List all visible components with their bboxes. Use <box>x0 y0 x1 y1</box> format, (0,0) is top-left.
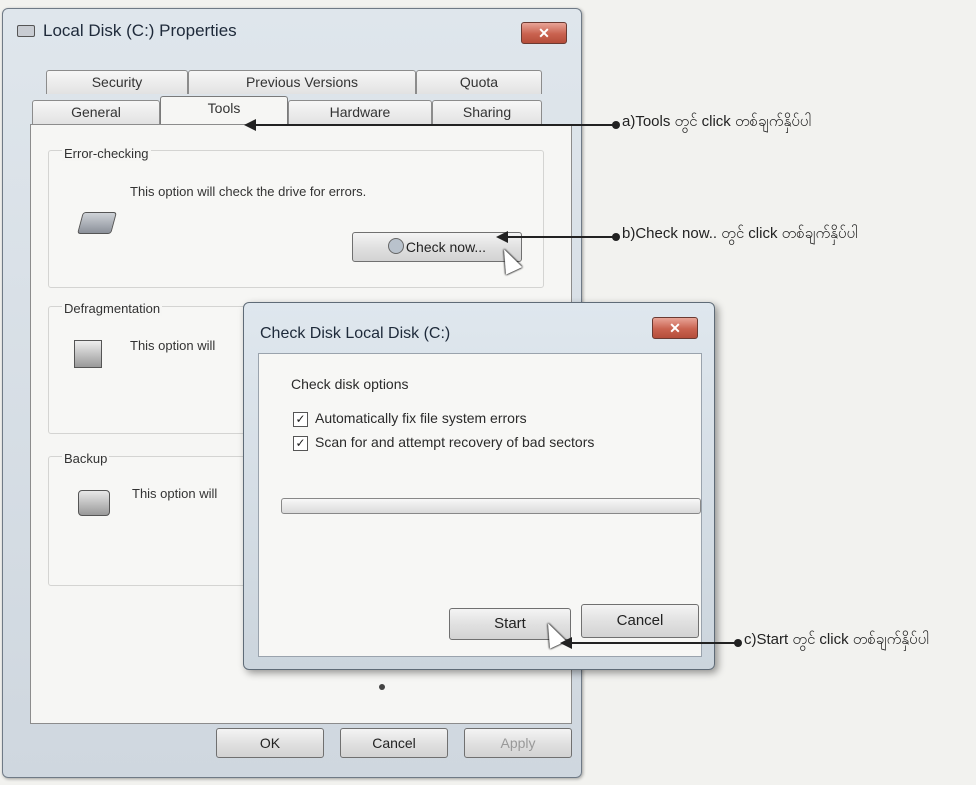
annotation-a-dot <box>612 121 620 129</box>
tab-previous-versions[interactable]: Previous Versions <box>188 70 416 94</box>
tab-sharing[interactable]: Sharing <box>432 100 542 124</box>
drive-title-icon <box>17 25 35 37</box>
progress-bar <box>281 498 701 514</box>
tab-security[interactable]: Security <box>46 70 188 94</box>
annotation-b-line <box>506 236 616 238</box>
check-now-label: Check now... <box>405 239 487 255</box>
drive-icon <box>77 212 117 234</box>
backup-label: Backup <box>62 451 110 466</box>
dialog-title: Check Disk Local Disk (C:) <box>260 325 451 342</box>
defragmentation-description: This option will <box>130 338 216 353</box>
annotation-a-text: a)Tools တွင် click တစ်ချက်နှိပ်ပါ <box>622 113 811 130</box>
annotation-c-text: c)Start တွင် click တစ်ချက်နှိပ်ပါ <box>744 631 929 648</box>
tab-tools[interactable]: Tools <box>160 96 288 124</box>
tab-quota[interactable]: Quota <box>416 70 542 94</box>
error-checking-label: Error-checking <box>62 146 151 161</box>
annotation-c-dot <box>734 639 742 647</box>
scan-bad-sectors-label: Scan for and attempt recovery of bad sec… <box>315 434 595 450</box>
tab-hardware[interactable]: Hardware <box>288 100 432 124</box>
ok-button[interactable]: OK <box>216 728 324 758</box>
defrag-icon <box>74 340 102 368</box>
dialog-body: Check disk options ✓ Automatically fix f… <box>258 353 702 657</box>
dialog-close-button[interactable]: ✕ <box>652 317 698 339</box>
annotation-b-dot <box>612 233 620 241</box>
annotation-a-line <box>254 124 616 126</box>
tab-general[interactable]: General <box>32 100 160 124</box>
cancel-button[interactable]: Cancel <box>340 728 448 758</box>
backup-description: This option will <box>132 486 218 501</box>
check-disk-dialog: Check Disk Local Disk (C:) ✕ Check disk … <box>243 302 715 670</box>
window-title: Local Disk (C:) Properties <box>43 21 237 40</box>
auto-fix-label: Automatically fix file system errors <box>315 410 527 426</box>
dialog-cancel-button[interactable]: Cancel <box>581 604 699 638</box>
check-now-shield-icon <box>387 238 404 254</box>
dot-mark <box>379 684 385 690</box>
error-checking-group <box>48 150 544 288</box>
error-checking-description: This option will check the drive for err… <box>130 184 367 199</box>
annotation-c-line <box>570 642 738 644</box>
annotation-b-text: b)Check now.. တွင် click တစ်ချက်နှိပ်ပါ <box>622 225 858 242</box>
auto-fix-checkbox[interactable]: ✓ <box>293 412 308 427</box>
defragmentation-label: Defragmentation <box>62 301 163 316</box>
backup-icon <box>78 490 110 516</box>
close-button[interactable]: ✕ <box>521 22 567 44</box>
apply-button[interactable]: Apply <box>464 728 572 758</box>
check-disk-options-label: Check disk options <box>291 376 409 392</box>
scan-bad-sectors-checkbox[interactable]: ✓ <box>293 436 308 451</box>
